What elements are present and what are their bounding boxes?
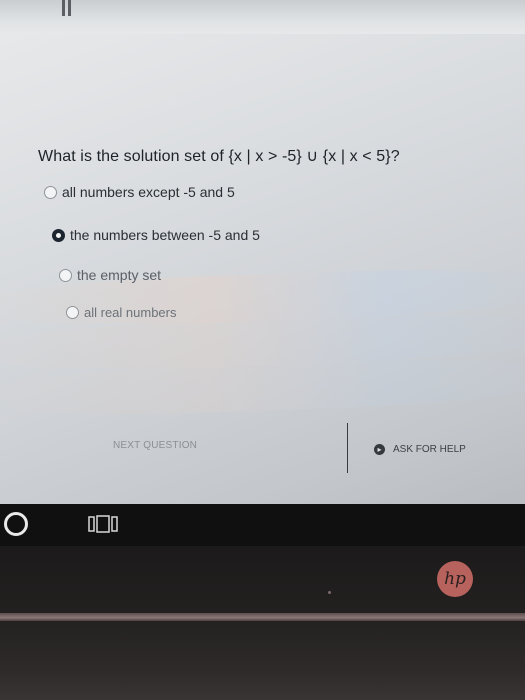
question-text: What is the solution set of {x | x > -5}…: [38, 148, 400, 165]
photo-scene: What is the solution set of {x | x > -5}…: [0, 0, 525, 700]
answer-option[interactable]: the numbers between -5 and 5: [52, 227, 260, 243]
answer-option[interactable]: the empty set: [59, 267, 161, 283]
answer-option[interactable]: all real numbers: [66, 305, 177, 320]
hp-logo-text: hp: [444, 569, 466, 589]
answer-label: the empty set: [77, 267, 162, 283]
radio-button[interactable]: [66, 306, 79, 319]
next-question-button[interactable]: NEXT QUESTION: [113, 440, 197, 451]
bezel-dot: [328, 591, 331, 594]
bezel-mark: [68, 0, 71, 16]
task-view-icon[interactable]: [88, 515, 118, 533]
footer-divider: [347, 423, 348, 473]
answer-label: all numbers except -5 and 5: [62, 184, 235, 200]
radio-button[interactable]: [44, 185, 57, 199]
windows-start-icon[interactable]: [4, 512, 28, 536]
screen-top-edge: [0, 0, 525, 34]
answer-label: all real numbers: [84, 305, 177, 320]
ask-for-help-label: ASK FOR HELP: [393, 444, 466, 455]
help-arrow-icon: ▸: [374, 444, 385, 455]
radio-button-selected[interactable]: [52, 228, 65, 242]
radio-button[interactable]: [59, 268, 72, 282]
hp-logo: hp: [437, 561, 473, 597]
taskbar: [0, 504, 525, 546]
bezel-mark: [62, 0, 65, 16]
answer-label: the numbers between -5 and 5: [70, 227, 260, 243]
answer-option[interactable]: all numbers except -5 and 5: [44, 184, 235, 200]
ask-for-help-button[interactable]: ▸ ASK FOR HELP: [374, 444, 466, 455]
hinge-edge: [0, 613, 525, 621]
